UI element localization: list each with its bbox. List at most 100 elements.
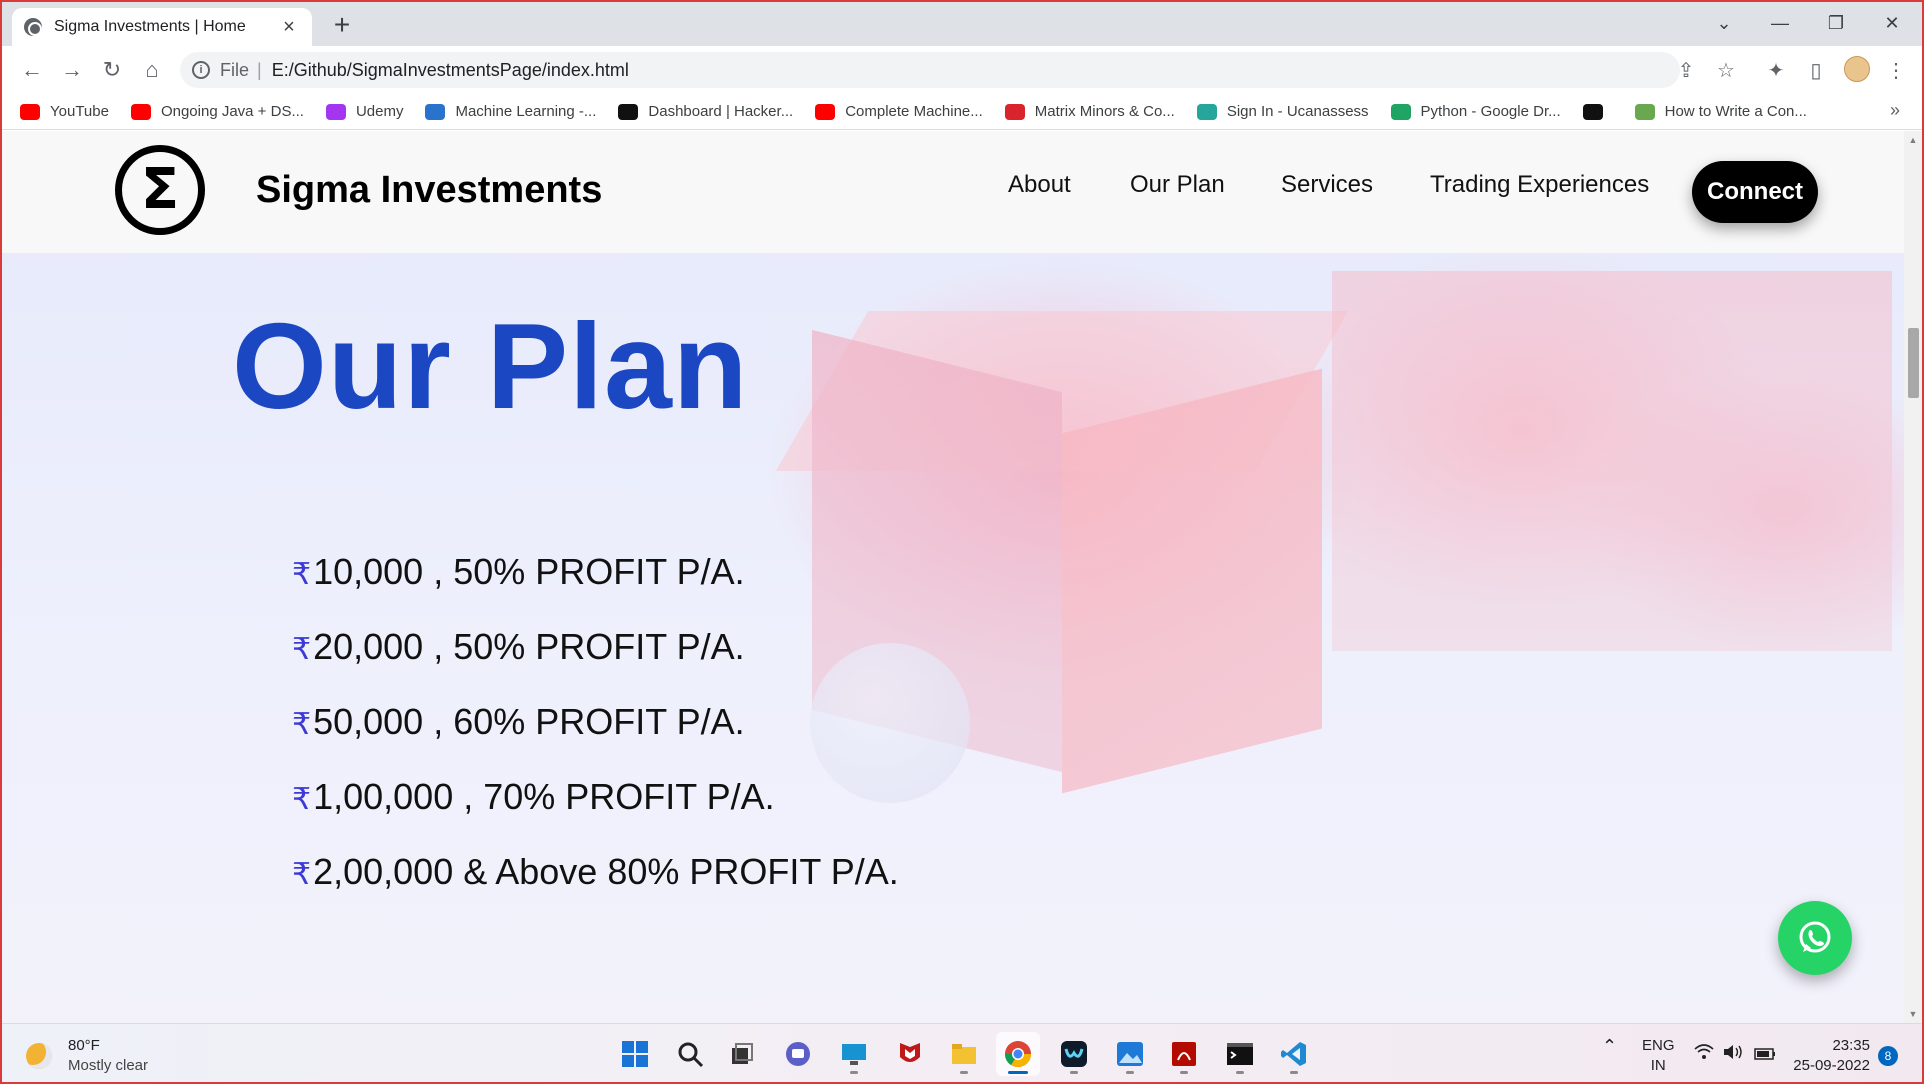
webex-icon[interactable] (1052, 1032, 1096, 1076)
rupee-symbol: ₹ (292, 707, 312, 742)
page-viewport: Σ Sigma Investments About Our Plan Servi… (2, 131, 1904, 1023)
share-icon[interactable]: ⇪ (1672, 56, 1700, 84)
side-panel-icon[interactable]: ▯ (1802, 56, 1830, 84)
close-window-button[interactable]: ✕ (1870, 6, 1914, 40)
new-tab-button[interactable]: + (326, 10, 358, 40)
bookmark-label: Python - Google Dr... (1420, 103, 1561, 120)
bookmark-item[interactable]: Dashboard | Hacker... (618, 103, 793, 120)
volume-icon[interactable] (1722, 1044, 1744, 1066)
bookmark-item[interactable]: Ongoing Java + DS... (130, 103, 304, 120)
site-header: Σ Sigma Investments About Our Plan Servi… (2, 131, 1904, 253)
chrome-icon[interactable] (996, 1032, 1040, 1076)
youtube-icon (130, 103, 151, 120)
bookmark-item[interactable]: YouTube (20, 103, 109, 120)
windows-taskbar: 80°F Mostly clear ⌃ ENG IN 23:35 25-09-2… (2, 1023, 1922, 1082)
start-button[interactable] (613, 1032, 657, 1076)
sigma-logo-icon[interactable]: Σ (115, 145, 205, 235)
whatsapp-chat-button[interactable] (1778, 901, 1852, 975)
language-code: ENG (1642, 1037, 1675, 1054)
address-separator: | (257, 59, 262, 80)
language-indicator[interactable]: ENG IN (1642, 1036, 1675, 1076)
bookmark-item[interactable]: How to Write a Con... (1634, 103, 1807, 120)
scroll-thumb[interactable] (1908, 328, 1919, 398)
show-hidden-icons-icon[interactable]: ⌃ (1602, 1036, 1617, 1056)
notification-badge[interactable]: 8 (1878, 1046, 1898, 1066)
desktop-app-icon[interactable] (832, 1032, 876, 1076)
background-cube-right (1332, 271, 1892, 651)
wifi-icon[interactable] (1694, 1044, 1714, 1066)
symbolab-icon (1004, 103, 1025, 120)
active-tab[interactable]: Sigma Investments | Home × (12, 8, 312, 46)
coursera-icon (425, 103, 446, 120)
hackerrank-icon (1582, 103, 1603, 120)
info-icon[interactable]: i (192, 61, 210, 79)
plan-text: 50,000 , 60% PROFIT P/A. (313, 701, 745, 742)
bookmark-item[interactable]: Machine Learning -... (425, 103, 596, 120)
udemy-icon (325, 103, 346, 120)
brand-name[interactable]: Sigma Investments (256, 169, 602, 212)
bookmark-item[interactable]: Matrix Minors & Co... (1004, 103, 1175, 120)
bookmark-label: Machine Learning -... (455, 103, 597, 120)
reload-icon[interactable]: ↻ (96, 54, 128, 86)
bookmark-item[interactable]: Udemy (325, 103, 404, 120)
youtube-icon (20, 103, 40, 120)
address-bar[interactable]: i File | E:/Github/SigmaInvestmentsPage/… (180, 52, 1680, 88)
nav-trading-experiences[interactable]: Trading Experiences (1430, 171, 1649, 199)
page-scrollbar[interactable]: ▲ ▼ (1904, 131, 1922, 1023)
restore-button[interactable]: ❐ (1814, 6, 1858, 40)
connect-button[interactable]: Connect (1692, 161, 1818, 223)
running-indicator (960, 1071, 968, 1074)
more-bookmarks-icon[interactable]: » (1890, 100, 1900, 121)
back-icon[interactable]: ← (16, 54, 48, 86)
profile-avatar[interactable] (1844, 56, 1870, 82)
weather-condition: Mostly clear (68, 1057, 149, 1074)
teams-chat-icon[interactable] (776, 1032, 820, 1076)
task-view-icon[interactable] (720, 1032, 764, 1076)
address-url[interactable]: E:/Github/SigmaInvestmentsPage/index.htm… (272, 60, 629, 81)
battery-icon[interactable] (1754, 1046, 1776, 1066)
rupee-symbol: ₹ (292, 782, 312, 817)
hackerrank-icon (618, 103, 639, 120)
clock[interactable]: 23:35 25-09-2022 (1790, 1036, 1870, 1076)
menu-icon[interactable]: ⋮ (1882, 56, 1910, 84)
terminal-icon[interactable] (1218, 1032, 1262, 1076)
running-indicator (1008, 1071, 1028, 1074)
bookmark-label: Sign In - Ucanassess (1226, 103, 1369, 120)
home-icon[interactable]: ⌂ (136, 54, 168, 86)
acrobat-icon[interactable] (1162, 1032, 1206, 1076)
bookmark-item[interactable]: Complete Machine... (815, 103, 983, 120)
plan-item: ₹10,000 , 50% PROFIT P/A. (292, 551, 899, 626)
mcafee-icon[interactable] (888, 1032, 932, 1076)
plan-item: ₹1,00,000 , 70% PROFIT P/A. (292, 776, 899, 851)
extensions-icon[interactable]: ✦ (1762, 56, 1790, 84)
bookmark-item[interactable] (1582, 103, 1613, 120)
scroll-up-icon[interactable]: ▲ (1904, 131, 1922, 149)
bookmark-item[interactable]: Sign In - Ucanassess (1196, 103, 1369, 120)
youtube-icon (815, 103, 836, 120)
whatsapp-icon (1799, 921, 1831, 953)
minimize-button[interactable]: — (1758, 6, 1802, 40)
nav-our-plan[interactable]: Our Plan (1130, 171, 1225, 199)
bookmark-star-icon[interactable]: ☆ (1712, 56, 1740, 84)
scroll-down-icon[interactable]: ▼ (1904, 1005, 1922, 1023)
bookmark-label: Udemy (355, 103, 404, 120)
weather-widget[interactable]: 80°F Mostly clear (26, 1036, 148, 1076)
plan-text: 1,00,000 , 70% PROFIT P/A. (313, 776, 775, 817)
search-icon[interactable] (668, 1032, 712, 1076)
nav-services[interactable]: Services (1281, 171, 1373, 199)
bookmark-label: Complete Machine... (845, 103, 983, 120)
file-explorer-icon[interactable] (942, 1032, 986, 1076)
running-indicator (1180, 1071, 1188, 1074)
bookmark-label: Ongoing Java + DS... (160, 103, 304, 120)
nav-about[interactable]: About (1008, 171, 1071, 199)
bookmark-label: YouTube (50, 103, 109, 120)
photos-icon[interactable] (1108, 1032, 1152, 1076)
tab-search-icon[interactable]: ⌄ (1702, 6, 1746, 40)
bookmark-label: Matrix Minors & Co... (1034, 103, 1175, 120)
bookmark-label: Dashboard | Hacker... (648, 103, 794, 120)
bookmark-item[interactable]: Python - Google Dr... (1390, 103, 1561, 120)
close-tab-icon[interactable]: × (278, 16, 300, 39)
vscode-icon[interactable] (1272, 1032, 1316, 1076)
page-title: Our Plan (232, 298, 749, 434)
forward-icon[interactable]: → (56, 54, 88, 86)
